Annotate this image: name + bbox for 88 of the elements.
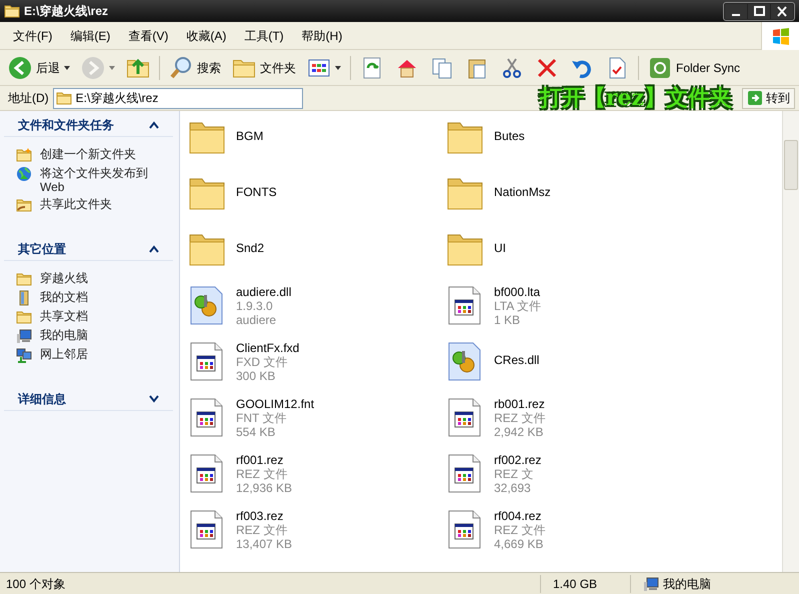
caption-text: 打开【rez】文件夹 xyxy=(538,86,733,110)
file-name[interactable]: GOOLIM12.fnt xyxy=(236,397,314,411)
scrollbar[interactable] xyxy=(782,111,799,572)
file-name[interactable]: ClientFx.fxd xyxy=(236,341,300,355)
file-detail: 1 KB xyxy=(494,313,522,327)
close-button[interactable] xyxy=(771,4,793,18)
folder-icon xyxy=(56,90,72,106)
file-name[interactable]: rf001.rez xyxy=(236,453,292,467)
status-location: 我的电脑 xyxy=(663,576,711,592)
file-detail: FNT 文件 xyxy=(236,411,288,425)
menu-item[interactable]: 文件(F) xyxy=(4,26,62,44)
folder-icon xyxy=(4,3,20,19)
caret-icon xyxy=(335,66,341,70)
maximize-icon[interactable] xyxy=(751,4,767,18)
panel-header[interactable]: 其它位置 xyxy=(4,237,173,261)
file-name[interactable]: FONTS xyxy=(236,185,277,199)
panel-header[interactable]: 文件和文件夹任务 xyxy=(4,113,173,137)
file-detail: 32,693 xyxy=(494,481,532,495)
toolbar-button[interactable]: Folder Sync xyxy=(644,52,744,82)
maximize-button[interactable] xyxy=(748,4,770,18)
go-button[interactable]: 转到 xyxy=(742,88,795,108)
file-name[interactable]: NationMsz xyxy=(494,185,551,199)
file-detail: REZ 文件 xyxy=(236,467,288,481)
toolbar-button[interactable]: 后退 xyxy=(4,52,74,82)
network-icon xyxy=(16,347,32,363)
menu-item[interactable]: 收藏(A) xyxy=(177,26,236,44)
scroll-thumb[interactable] xyxy=(784,140,798,190)
menu-item[interactable]: 帮助(H) xyxy=(292,26,352,44)
status-text: 100 个对象 xyxy=(5,576,66,592)
file-name[interactable]: audiere.dll xyxy=(236,285,292,299)
file-name[interactable]: CRes.dll xyxy=(494,353,540,367)
file-detail: REZ 文件 xyxy=(494,523,546,537)
folder-icon xyxy=(16,271,32,287)
chevron-up-icon[interactable] xyxy=(149,244,159,252)
menu-item[interactable]: 工具(T) xyxy=(235,26,293,44)
file-name[interactable]: rf004.rez xyxy=(494,509,546,523)
file-name[interactable]: Butes xyxy=(494,129,525,143)
task-link[interactable]: 共享此文件夹 xyxy=(40,197,112,211)
chevron-up-icon[interactable] xyxy=(149,120,159,128)
toolbar-button[interactable]: 搜索 xyxy=(165,52,225,82)
status-size: 1.40 GB xyxy=(540,574,630,592)
task-link[interactable]: 网上邻居 xyxy=(40,347,88,361)
file-detail: 300 KB xyxy=(236,369,276,383)
file-name[interactable]: Snd2 xyxy=(236,241,264,255)
file-name[interactable]: bf000.lta xyxy=(494,285,541,299)
file-name[interactable]: rf002.rez xyxy=(494,453,542,467)
file-detail: 4,669 KB xyxy=(494,537,544,551)
file-detail: FXD 文件 xyxy=(236,355,288,369)
file-detail: LTA 文件 xyxy=(494,299,541,313)
task-link[interactable]: 穿越火线 xyxy=(40,271,88,285)
address-field[interactable]: E:\穿越火线\rez xyxy=(52,88,303,108)
file-detail: REZ 文件 xyxy=(236,523,288,537)
file-name[interactable]: rf003.rez xyxy=(236,509,292,523)
task-link[interactable]: 我的电脑 xyxy=(40,328,88,342)
window-title: E:\穿越火线\rez xyxy=(24,3,108,20)
file-detail: 12,936 KB xyxy=(236,481,292,495)
task-link[interactable]: 共享文档 xyxy=(40,309,88,323)
menu-item[interactable]: 查看(V) xyxy=(119,26,178,44)
globe-icon xyxy=(16,166,32,182)
file-detail: REZ 文件 xyxy=(494,411,546,425)
file-detail: audiere xyxy=(236,313,278,327)
caret-icon xyxy=(64,66,70,70)
search-icon xyxy=(169,56,193,80)
file-name[interactable]: BGM xyxy=(236,129,264,143)
file-name[interactable]: UI xyxy=(494,241,506,255)
task-link[interactable]: 我的文档 xyxy=(40,290,88,304)
folder-icon xyxy=(16,309,32,325)
file-detail: 2,942 KB xyxy=(494,425,544,439)
menu-item[interactable]: 编辑(E) xyxy=(61,26,120,44)
file-detail: 1.9.3.0 xyxy=(236,299,274,313)
computer-icon xyxy=(16,328,32,344)
file-detail: 554 KB xyxy=(236,425,276,439)
panel-header[interactable]: 详细信息 xyxy=(4,387,173,411)
caret-icon xyxy=(109,66,115,70)
file-detail: 13,407 KB xyxy=(236,537,292,551)
copy-icon xyxy=(430,56,454,80)
chevron-down-icon[interactable] xyxy=(149,394,159,402)
address-label: 地址(D) xyxy=(8,90,49,107)
minimize-button[interactable] xyxy=(725,4,747,18)
file-detail: REZ 文 xyxy=(494,467,534,481)
task-link[interactable]: 将这个文件夹发布到 Web xyxy=(40,166,155,194)
scissors-icon xyxy=(500,56,524,80)
shared-folder-icon xyxy=(16,197,32,213)
task-link[interactable]: 创建一个新文件夹 xyxy=(40,147,136,161)
file-name[interactable]: rb001.rez xyxy=(494,397,546,411)
computer-icon xyxy=(643,576,659,592)
toolbar-button[interactable]: 文件夹 xyxy=(228,52,300,82)
new-folder-icon xyxy=(16,147,32,163)
